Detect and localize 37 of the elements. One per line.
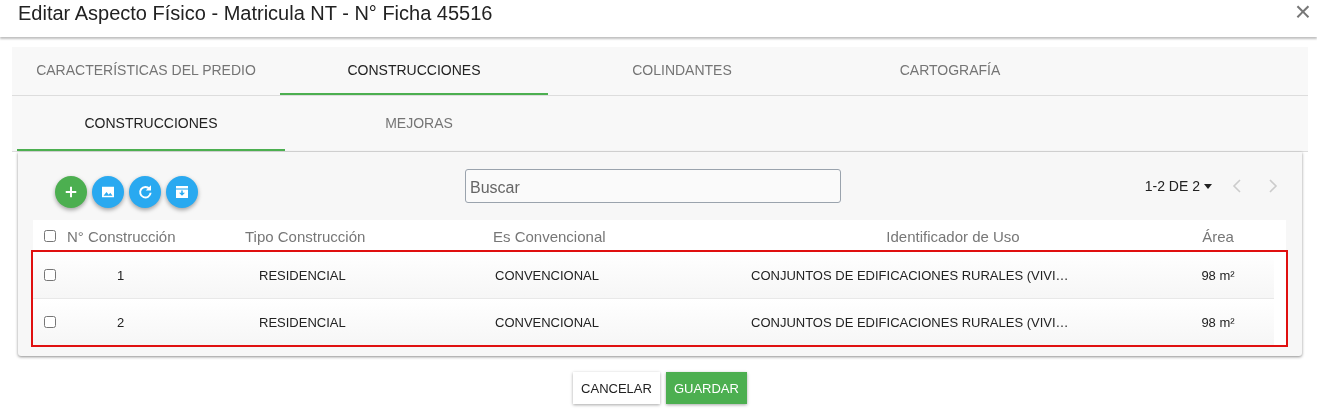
column-header[interactable]: Tipo Construcción: [245, 227, 493, 245]
tab[interactable]: COLINDANTES: [548, 47, 816, 95]
table-cell-text: 98 m²: [1200, 314, 1236, 330]
table-cell-text: CONJUNTOS DE EDIFICACIONES RURALES (VIVI…: [750, 314, 1070, 330]
table-cell-text: 2: [116, 314, 126, 330]
add-button[interactable]: [55, 176, 87, 208]
save-button[interactable]: GUARDAR: [665, 372, 747, 404]
table-cell-text: 98 m²: [1200, 267, 1236, 283]
column-header[interactable]: N° Construcción: [67, 227, 245, 245]
table-cell-text: CONVENCIONAL: [494, 267, 601, 283]
subtab[interactable]: MEJORAS: [285, 96, 553, 151]
column-header[interactable]: Es Convencional: [493, 227, 743, 245]
dialog-title: Editar Aspecto Físico - Matricula NT - N° Ficha 45516: [18, 2, 493, 25]
refresh-icon: [136, 183, 154, 201]
archive-button[interactable]: [166, 176, 198, 208]
chevron-left-icon: [1232, 179, 1242, 193]
close-button[interactable]: ×: [1288, 0, 1317, 26]
search-field[interactable]: Buscar: [465, 169, 841, 203]
select-all-checkbox[interactable]: [44, 230, 56, 242]
tab[interactable]: CARTOGRAFÍA: [816, 47, 1084, 95]
page-range-dropdown[interactable]: 1-2 DE 2: [1144, 178, 1212, 194]
table-cell-text: RESIDENCIAL: [258, 267, 347, 283]
archive-icon: [173, 183, 191, 201]
table-cell-text: 1: [116, 267, 126, 283]
row-checkbox[interactable]: [44, 269, 56, 281]
table-cell-text: CONVENCIONAL: [494, 314, 601, 330]
tab[interactable]: CARACTERÍSTICAS DEL PREDIO: [12, 47, 280, 95]
caret-icon: [1204, 183, 1212, 189]
row-checkbox[interactable]: [44, 316, 56, 328]
column-header[interactable]: Área: [1163, 227, 1273, 245]
column-header[interactable]: Identificador de Uso: [743, 227, 1163, 245]
table-cell-text: CONJUNTOS DE EDIFICACIONES RURALES (VIVI…: [750, 267, 1070, 283]
cancel-button[interactable]: CANCELAR: [573, 372, 660, 404]
table-cell-text: RESIDENCIAL: [258, 314, 347, 330]
refresh-button[interactable]: [129, 176, 161, 208]
chevron-right-icon: [1268, 179, 1278, 193]
image-button[interactable]: [92, 176, 124, 208]
